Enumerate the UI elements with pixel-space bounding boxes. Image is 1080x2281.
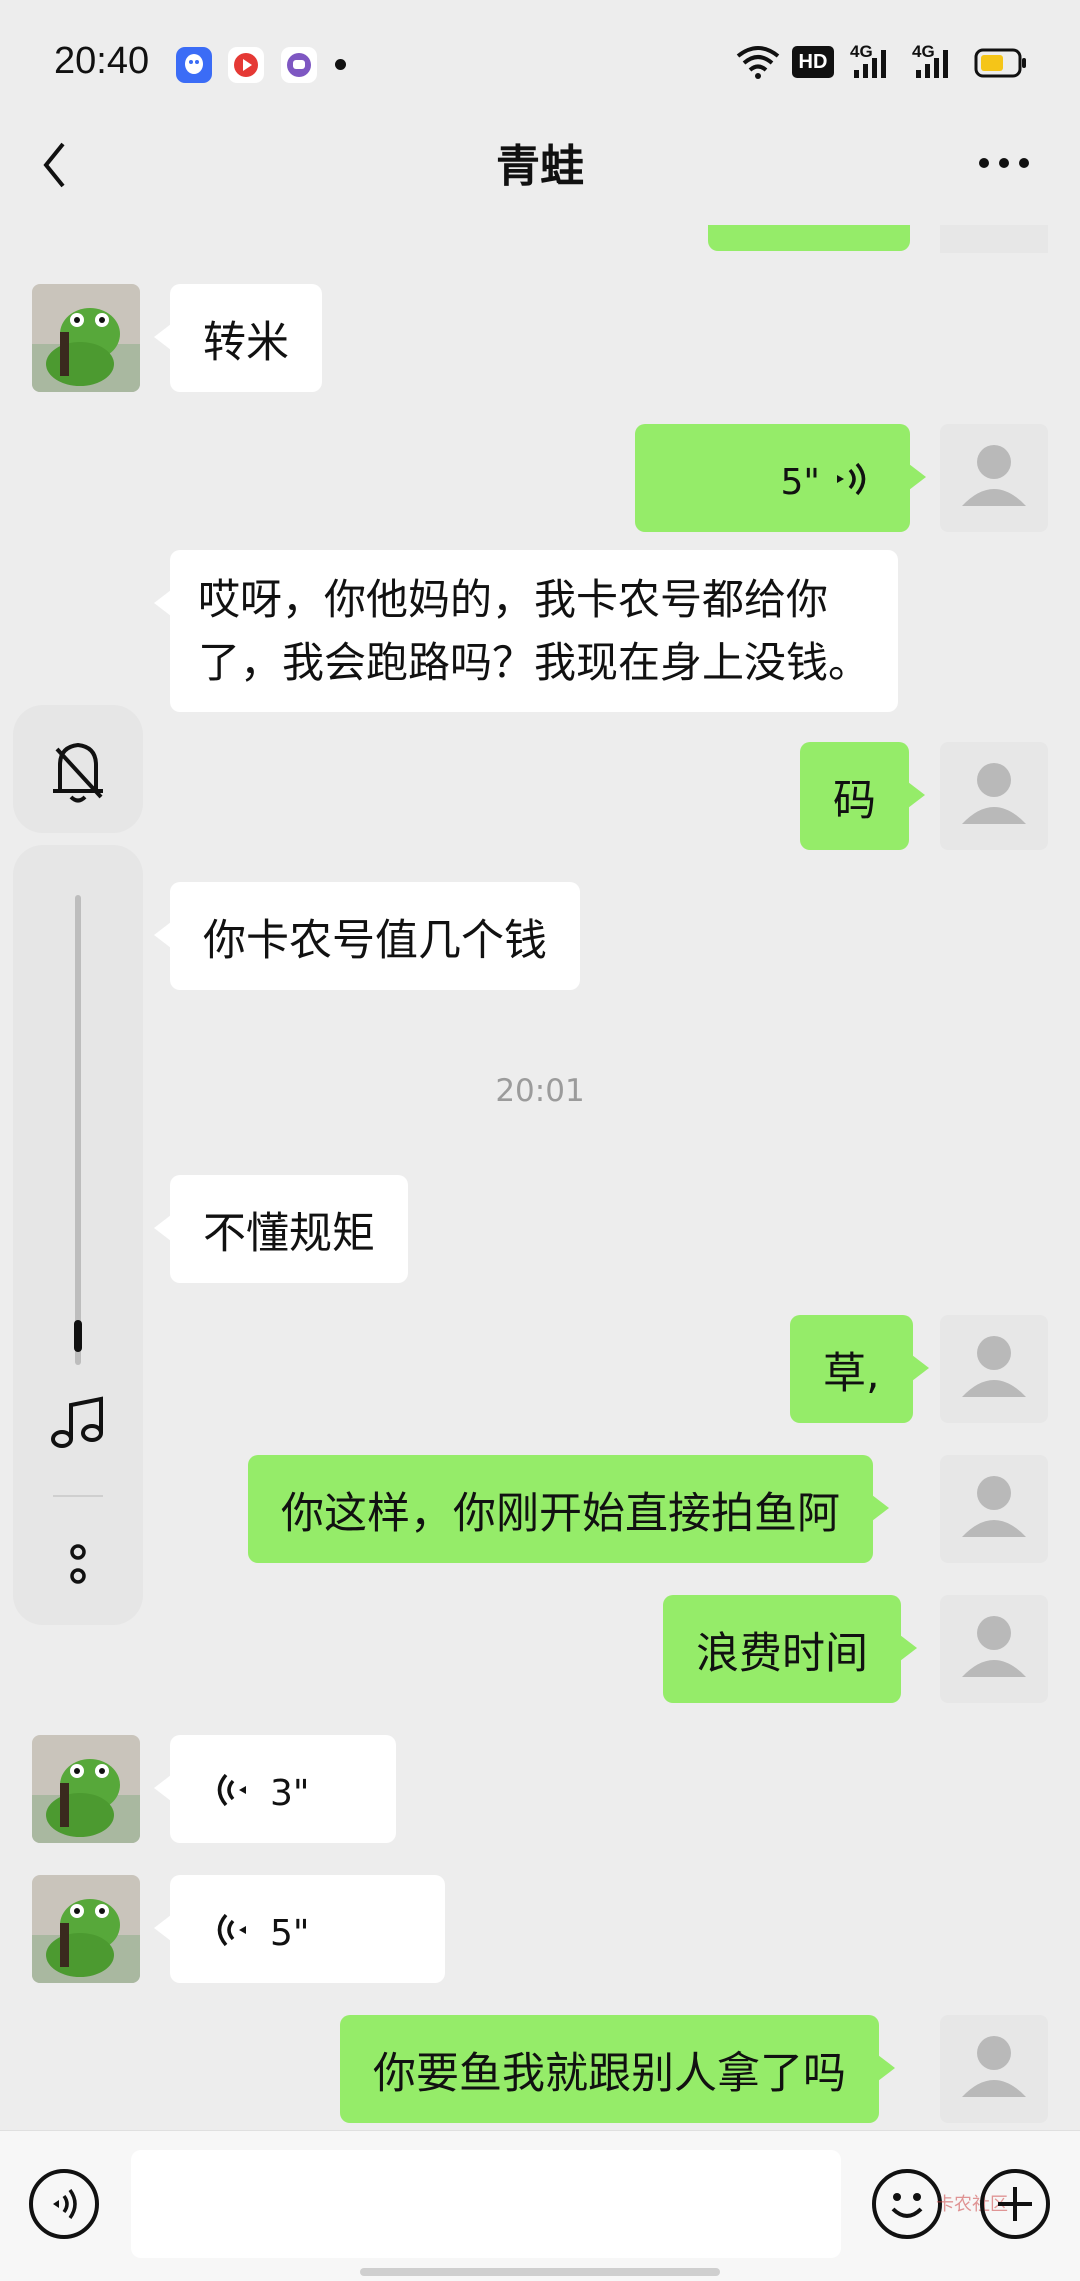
default-avatar-icon [962,1476,1026,1537]
status-time: 20:40 [54,40,150,82]
timestamp: 20:01 [495,1073,585,1109]
message-text: 你这样，你刚开始直接拍鱼阿 [281,1489,840,1539]
voice-input-button[interactable] [29,2169,99,2239]
voice-message-bubble[interactable]: 5" [635,424,926,532]
message-text: 你卡农号值几个钱 [203,916,547,966]
bell-off-icon [53,742,103,803]
floating-tool-panel [13,845,143,1625]
more-dots-icon [979,158,1029,168]
avatar[interactable] [940,1595,1048,1703]
avatar[interactable] [32,1735,140,1843]
emoji-button[interactable] [872,2169,942,2239]
voice-wave-icon [217,1773,246,1807]
plus-button[interactable] [980,2169,1050,2239]
message-bubble[interactable]: 码 [800,742,925,850]
voice-duration: 5" [780,462,820,503]
message-bubble-partial[interactable] [708,225,910,251]
battery-icon [974,48,1028,82]
avatar[interactable] [940,1315,1048,1423]
divider [53,1495,103,1497]
message-bubble[interactable]: 你这样，你刚开始直接拍鱼阿 [248,1455,889,1563]
chat-title: 青蛙 [496,141,584,192]
mute-notifications-button[interactable] [13,705,143,833]
voice-input-icon [53,2188,77,2220]
default-avatar-icon [962,1336,1026,1397]
message-text: 转米 [203,318,289,368]
message-text-line: 了，我会跑路吗？我现在身上没钱。 [198,638,871,687]
volume-slider-track[interactable] [75,895,81,1365]
message-bubble[interactable]: 你要鱼我就跟别人拿了吗 [340,2015,895,2123]
wifi-icon [736,44,780,84]
hd-icon: HD [792,46,834,78]
voice-wave-icon [837,462,866,496]
chat-app-icon [281,47,317,83]
emoji-icon [891,2193,923,2218]
voice-wave-icon [217,1913,246,1947]
voice-message-bubble[interactable]: 5" [154,1875,445,1983]
message-bubble[interactable]: 浪费时间 [663,1595,917,1703]
message-bubble[interactable]: 转米 [154,284,322,392]
message-input[interactable] [131,2150,841,2258]
plus-icon [998,2187,1032,2221]
avatar[interactable] [940,1455,1048,1563]
frog-avatar-icon [32,1735,140,1843]
message-bubble[interactable]: 哎呀，你他妈的，我卡农号都给你 了，我会跑路吗？我现在身上没钱。 [153,550,899,712]
message-text-line: 哎呀，你他妈的，我卡农号都给你 [198,575,829,624]
music-note-icon[interactable] [48,1393,108,1453]
more-vertical-icon[interactable] [58,1540,98,1590]
home-indicator[interactable] [360,2268,720,2276]
default-avatar-icon [962,1616,1026,1677]
video-app-icon [228,47,264,83]
signal-icon: 4G [850,42,898,82]
dot-icon [335,59,346,70]
frog-avatar-icon [32,284,140,392]
message-bubble[interactable]: 不懂规矩 [154,1175,408,1283]
message-text: 浪费时间 [696,1629,868,1679]
default-avatar-icon [962,763,1026,824]
voice-duration: 3" [270,1773,310,1814]
avatar[interactable] [940,424,1048,532]
default-avatar-icon [962,2036,1026,2097]
avatar[interactable] [32,284,140,392]
voice-duration: 5" [270,1913,310,1954]
message-bubble[interactable]: 草, [790,1315,929,1423]
frog-avatar-icon [32,1875,140,1983]
avatar [940,225,1048,253]
message-bubble[interactable]: 你卡农号值几个钱 [154,882,580,990]
message-text: 你要鱼我就跟别人拿了吗 [373,2049,846,2099]
avatar[interactable] [940,742,1048,850]
avatar[interactable] [940,2015,1048,2123]
volume-slider-handle[interactable] [74,1320,82,1352]
signal-icon: 4G [912,42,960,82]
avatar[interactable] [32,1875,140,1983]
default-avatar-icon [962,445,1026,506]
message-list[interactable]: 转米 5" 哎呀，你他妈的，我卡农号都给你 了，我会跑路吗？我现在身上没钱。 码… [0,225,1080,2130]
voice-message-bubble[interactable]: 3" [154,1735,396,1843]
message-text: 不懂规矩 [203,1209,375,1259]
message-text: 码 [833,776,876,826]
more-button[interactable] [970,135,1050,195]
qq-icon [176,47,212,83]
message-text: 草, [823,1349,880,1399]
